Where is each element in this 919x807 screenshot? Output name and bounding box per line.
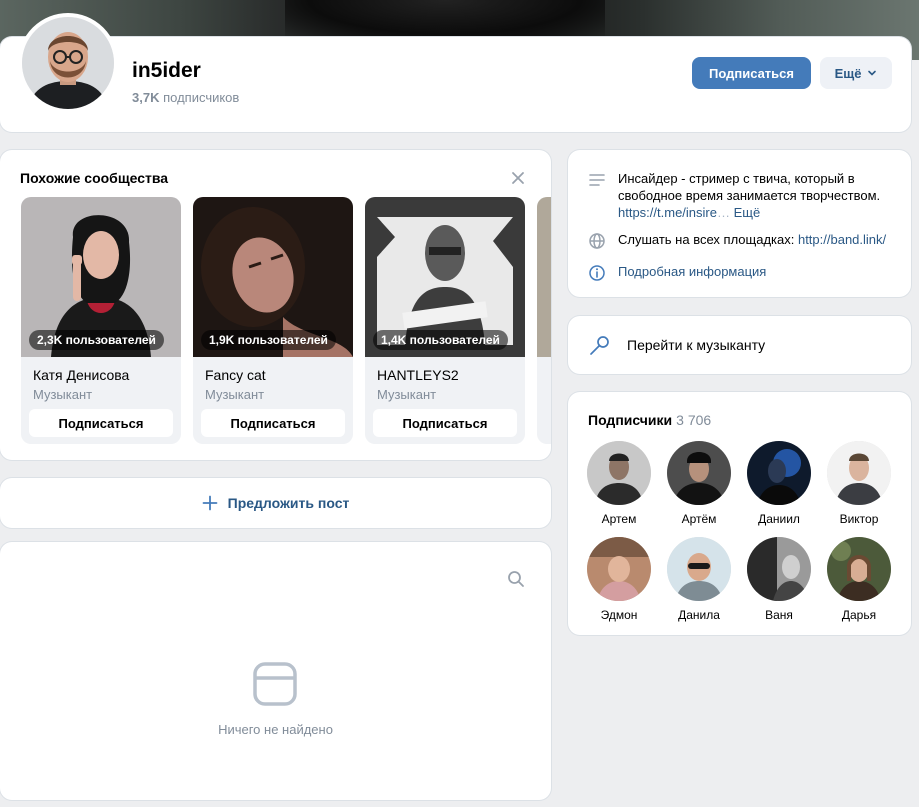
details-row[interactable]: Подробная информация bbox=[588, 263, 898, 282]
follower-item[interactable]: Даниил bbox=[739, 441, 819, 526]
similar-subscribe-button[interactable]: Подписаться bbox=[373, 409, 517, 437]
similar-category: Музыкант bbox=[33, 387, 93, 402]
suggest-post-label: Предложить пост bbox=[227, 495, 350, 511]
follower-name: Артём bbox=[681, 512, 717, 526]
similar-card-partial[interactable] bbox=[537, 197, 551, 444]
search-icon[interactable] bbox=[507, 570, 525, 588]
info-icon bbox=[589, 265, 605, 281]
avatar bbox=[587, 441, 651, 505]
follower-name: Даниил bbox=[758, 512, 800, 526]
similar-card[interactable]: 2,3K пользователей Катя Денисова Музыкан… bbox=[21, 197, 181, 444]
follower-name: Артем bbox=[601, 512, 637, 526]
users-badge: 1,9K пользователей bbox=[201, 330, 336, 350]
description-link[interactable]: https://t.me/insire bbox=[618, 205, 717, 220]
subscribe-button[interactable]: Подписаться bbox=[692, 57, 811, 89]
empty-placeholder-icon bbox=[253, 662, 297, 706]
follower-name: Виктор bbox=[839, 512, 879, 526]
description-row: Инсайдер - стример с твича, который в св… bbox=[588, 170, 898, 221]
similar-name[interactable]: Fancy cat bbox=[205, 367, 266, 383]
description-link-fade: … bbox=[716, 205, 730, 220]
globe-icon bbox=[589, 233, 605, 249]
similar-subscribe-button[interactable]: Подписаться bbox=[201, 409, 345, 437]
text-lines-icon bbox=[589, 174, 605, 186]
description-text: Инсайдер - стример с твича, который в св… bbox=[618, 170, 898, 221]
wall-section: Ничего не найдено bbox=[0, 542, 551, 800]
suggest-post-button[interactable]: Предложить пост bbox=[0, 478, 551, 528]
follower-item[interactable]: Ваня bbox=[739, 537, 819, 622]
listen-label: Слушать на всех площадках: bbox=[618, 232, 798, 247]
similar-category: Музыкант bbox=[205, 387, 265, 402]
subscribers-label: подписчиков bbox=[163, 90, 240, 105]
avatar bbox=[667, 537, 731, 601]
description-line-1: Инсайдер - стример с твича, который в bbox=[618, 171, 855, 186]
more-button-label: Ещё bbox=[834, 65, 862, 81]
listen-row: Слушать на всех площадках: http://band.l… bbox=[588, 231, 898, 250]
avatar bbox=[827, 441, 891, 505]
follower-item[interactable]: Данила bbox=[659, 537, 739, 622]
users-badge: 1,4K пользователей bbox=[373, 330, 508, 350]
followers-card: Подписчики 3 706 Артем Артём Даниил Викто… bbox=[568, 392, 911, 635]
similar-card[interactable]: 1,9K пользователей Fancy cat Музыкант По… bbox=[193, 197, 353, 444]
avatar bbox=[587, 537, 651, 601]
follower-item[interactable]: Виктор bbox=[819, 441, 899, 526]
plus-icon bbox=[202, 495, 218, 511]
follower-item[interactable]: Дарья bbox=[819, 537, 899, 622]
community-avatar[interactable] bbox=[18, 13, 118, 113]
similar-name[interactable]: HANTLEYS2 bbox=[377, 367, 459, 383]
avatar bbox=[747, 537, 811, 601]
avatar bbox=[747, 441, 811, 505]
avatar bbox=[667, 441, 731, 505]
followers-count: 3 706 bbox=[676, 412, 712, 428]
community-header: in5ider 3,7K подписчиков Подписаться Ещё bbox=[0, 13, 911, 132]
followers-title[interactable]: Подписчики 3 706 bbox=[588, 412, 711, 428]
avatar bbox=[827, 537, 891, 601]
users-badge: 2,3K пользователей bbox=[29, 330, 164, 350]
follower-item[interactable]: Эдмон bbox=[579, 537, 659, 622]
more-button[interactable]: Ещё bbox=[820, 57, 892, 89]
description-line-2: свободное время занимается творчеством. bbox=[618, 188, 881, 203]
empty-text: Ничего не найдено bbox=[218, 722, 333, 737]
go-to-musician-button[interactable]: Перейти к музыканту bbox=[568, 316, 911, 374]
community-name: in5ider bbox=[132, 59, 201, 82]
close-icon[interactable] bbox=[510, 170, 526, 186]
details-link[interactable]: Подробная информация bbox=[618, 263, 898, 282]
followers-label: Подписчики bbox=[588, 412, 673, 428]
microphone-icon bbox=[590, 336, 609, 355]
follower-item[interactable]: Артем bbox=[579, 441, 659, 526]
follower-name: Эдмон bbox=[600, 608, 638, 622]
listen-link[interactable]: http://band.link/ bbox=[798, 232, 886, 247]
follower-item[interactable]: Артём bbox=[659, 441, 739, 526]
subscribers-count: 3,7K bbox=[132, 90, 160, 105]
follower-name: Ваня bbox=[765, 608, 793, 622]
follower-name: Данила bbox=[678, 608, 720, 622]
description-more-link[interactable]: Ещё bbox=[734, 205, 761, 220]
similar-name[interactable]: Катя Денисова bbox=[33, 367, 129, 383]
similar-category: Музыкант bbox=[377, 387, 437, 402]
chevron-down-icon bbox=[868, 70, 877, 76]
similar-communities: Похожие сообщества 2,3K пользователей Ка… bbox=[0, 150, 551, 460]
info-card: Инсайдер - стример с твича, который в св… bbox=[568, 150, 911, 297]
follower-name: Дарья bbox=[841, 608, 877, 622]
listen-text: Слушать на всех площадках: http://band.l… bbox=[618, 231, 898, 250]
similar-title: Похожие сообщества bbox=[20, 170, 169, 186]
subscribers-summary: 3,7K подписчиков bbox=[132, 90, 239, 105]
go-to-musician-label: Перейти к музыканту bbox=[627, 337, 766, 353]
similar-subscribe-button[interactable]: Подписаться bbox=[29, 409, 173, 437]
similar-card[interactable]: 1,4K пользователей HANTLEYS2 Музыкант По… bbox=[365, 197, 525, 444]
